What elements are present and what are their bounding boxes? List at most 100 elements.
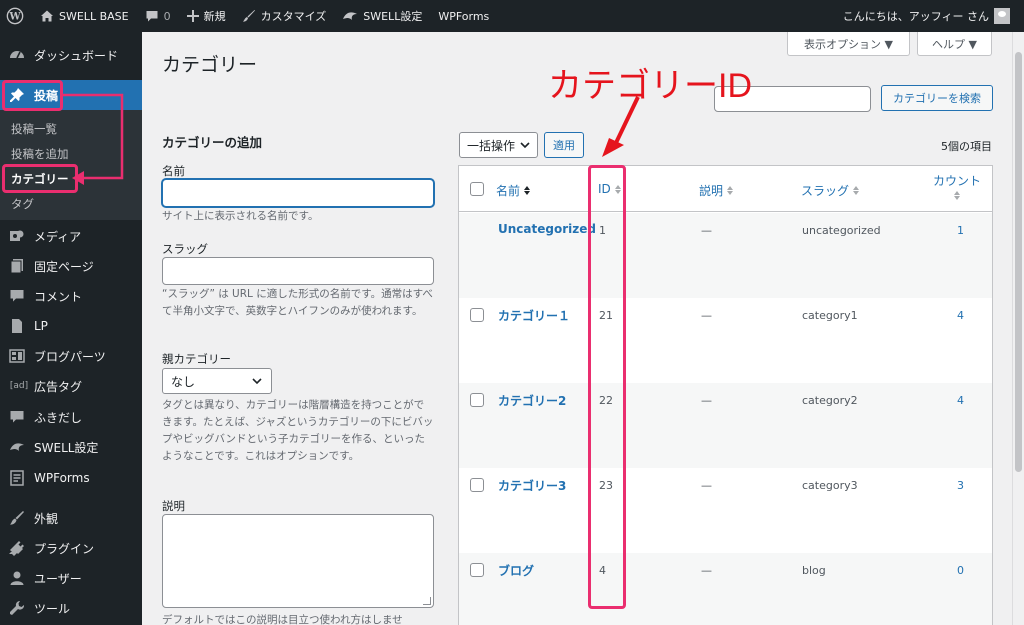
row-checkbox[interactable] xyxy=(470,478,484,492)
search-categories-button[interactable]: カテゴリーを検索 xyxy=(881,85,993,111)
annotation-pointer-arrow xyxy=(602,96,640,157)
admin-bar: W SWELL BASE 0 新規 カスタマイズ SWELL設定 WPForms… xyxy=(0,0,1024,32)
table-header: 名前 ID 説明 スラッグ カウント xyxy=(459,166,992,212)
category-description: — xyxy=(701,479,712,492)
comments-link[interactable]: 0 xyxy=(137,0,179,32)
parent-help-text: タグとは異なり、カテゴリーは階層構造を持つことができます。たとえば、ジャズという… xyxy=(162,399,434,462)
category-count-link[interactable]: 0 xyxy=(957,564,964,577)
customize-link[interactable]: カスタマイズ xyxy=(234,0,335,32)
select-all-checkbox[interactable] xyxy=(470,182,484,196)
page-title: カテゴリー xyxy=(162,54,258,76)
slug-label: スラッグ xyxy=(162,242,208,256)
add-category-heading: カテゴリーの追加 xyxy=(162,135,263,150)
page-scrollbar[interactable] xyxy=(1012,32,1024,625)
account-menu[interactable]: こんにちは、アッフィー さん xyxy=(835,0,1018,32)
name-label: 名前 xyxy=(162,164,185,178)
new-content-link[interactable]: 新規 xyxy=(179,0,234,32)
form-icon xyxy=(8,469,26,487)
menu-item-wpforms[interactable]: WPForms xyxy=(0,463,142,493)
menu-item-dashboard[interactable]: ダッシュボード xyxy=(0,40,142,70)
bulk-action-value: 一括操作 xyxy=(467,138,516,153)
category-name-link[interactable]: Uncategorized xyxy=(498,222,596,236)
menu-item-label: ダッシュボード xyxy=(34,48,119,63)
category-name-link[interactable]: カテゴリー3 xyxy=(498,477,566,494)
column-header-label: 説明 xyxy=(699,184,724,198)
site-name-link[interactable]: SWELL BASE xyxy=(32,0,137,32)
menu-item-label: 外観 xyxy=(34,511,59,526)
column-header-count[interactable]: カウント xyxy=(933,172,981,200)
bulk-action-select[interactable]: 一括操作 xyxy=(459,132,538,158)
category-name-link[interactable]: ブログ xyxy=(498,562,534,579)
plug-icon xyxy=(8,539,26,557)
annotation-label: カテゴリーID xyxy=(548,67,752,105)
ad-icon: [ad] xyxy=(9,381,29,391)
menu-item-label: SWELL設定 xyxy=(34,440,99,455)
wrench-icon xyxy=(8,599,26,617)
slug-input[interactable] xyxy=(162,257,434,285)
submenu-item-tags[interactable]: タグ xyxy=(0,192,142,216)
menu-item-blog-parts[interactable]: ブログパーツ xyxy=(0,341,142,371)
swell-icon xyxy=(8,438,26,456)
menu-item-label: ユーザー xyxy=(34,571,82,586)
brush-icon xyxy=(8,509,26,527)
description-help-text: デフォルトではこの説明は目立つ使われ方はしませ xyxy=(162,614,403,625)
column-header-description[interactable]: 説明 xyxy=(699,182,734,199)
dashboard-icon xyxy=(8,46,26,64)
id-column-highlight-box xyxy=(588,165,626,609)
wordpress-logo-icon[interactable]: W xyxy=(0,0,32,32)
category-count-link[interactable]: 4 xyxy=(957,309,964,322)
menu-item-appearance[interactable]: 外観 xyxy=(0,503,142,533)
category-slug: category1 xyxy=(802,309,858,322)
column-header-slug[interactable]: スラッグ xyxy=(801,182,860,199)
menu-item-pages[interactable]: 固定ページ xyxy=(0,251,142,281)
bubble-icon xyxy=(8,408,26,426)
menu-item-swell-settings[interactable]: SWELL設定 xyxy=(0,432,142,462)
apply-button[interactable]: 適用 xyxy=(544,132,584,158)
column-header-name[interactable]: 名前 xyxy=(496,182,531,199)
category-count-link[interactable]: 1 xyxy=(957,224,964,237)
screen-options-button[interactable]: 表示オプション ▼ xyxy=(787,32,910,56)
swell-settings-link[interactable]: SWELL設定 xyxy=(334,0,430,32)
category-name-link[interactable]: カテゴリー2 xyxy=(498,392,566,409)
chevron-down-icon xyxy=(252,378,262,385)
categories-table: 名前 ID 説明 スラッグ カウント Uncategorized 1 — unc… xyxy=(458,165,993,625)
menu-item-users[interactable]: ユーザー xyxy=(0,563,142,593)
items-count: 5個の項目 xyxy=(941,140,992,153)
wpforms-link[interactable]: WPForms xyxy=(430,0,497,32)
main-content: 表示オプション ▼ ヘルプ ▼ カテゴリー カテゴリーの追加 名前 サイト上に表… xyxy=(142,32,1012,625)
menu-item-plugins[interactable]: プラグイン xyxy=(0,533,142,563)
menu-item-label: プラグイン xyxy=(34,541,95,556)
menu-item-ad-tags[interactable]: [ad] 広告タグ xyxy=(0,371,142,401)
menu-item-lp[interactable]: LP xyxy=(0,311,142,341)
category-count-link[interactable]: 3 xyxy=(957,479,964,492)
comment-icon xyxy=(146,11,158,22)
greeting-text: こんにちは、アッフィー さん xyxy=(842,10,989,23)
menu-item-label: LP xyxy=(34,319,48,333)
category-name-link[interactable]: カテゴリー１ xyxy=(498,307,570,324)
menu-item-media[interactable]: メディア xyxy=(0,221,142,251)
menu-item-speech-bubble[interactable]: ふきだし xyxy=(0,402,142,432)
row-checkbox[interactable] xyxy=(470,308,484,322)
help-button[interactable]: ヘルプ ▼ xyxy=(917,32,992,56)
table-row: カテゴリー3 23 — category3 3 xyxy=(459,468,992,553)
comment-icon xyxy=(8,287,26,305)
category-name-input[interactable] xyxy=(162,179,434,207)
category-slug: category3 xyxy=(802,479,858,492)
resize-handle-icon[interactable] xyxy=(423,597,431,605)
name-help-text: サイト上に表示される名前です。 xyxy=(162,210,319,222)
menu-item-tools[interactable]: ツール xyxy=(0,593,142,623)
row-checkbox[interactable] xyxy=(470,393,484,407)
wpforms-label: WPForms xyxy=(438,9,490,23)
category-description: — xyxy=(701,224,712,237)
table-row: カテゴリー2 22 — category2 4 xyxy=(459,383,992,468)
row-checkbox[interactable] xyxy=(470,563,484,577)
site-name: SWELL BASE xyxy=(59,9,129,23)
swell-icon xyxy=(343,12,358,20)
parent-category-select[interactable]: なし xyxy=(162,368,272,394)
scrollbar-thumb[interactable] xyxy=(1015,52,1022,472)
menu-item-comments[interactable]: コメント xyxy=(0,281,142,311)
description-textarea[interactable] xyxy=(162,514,434,608)
new-label: 新規 xyxy=(203,10,226,23)
category-count-link[interactable]: 4 xyxy=(957,394,964,407)
plus-icon xyxy=(186,10,199,22)
